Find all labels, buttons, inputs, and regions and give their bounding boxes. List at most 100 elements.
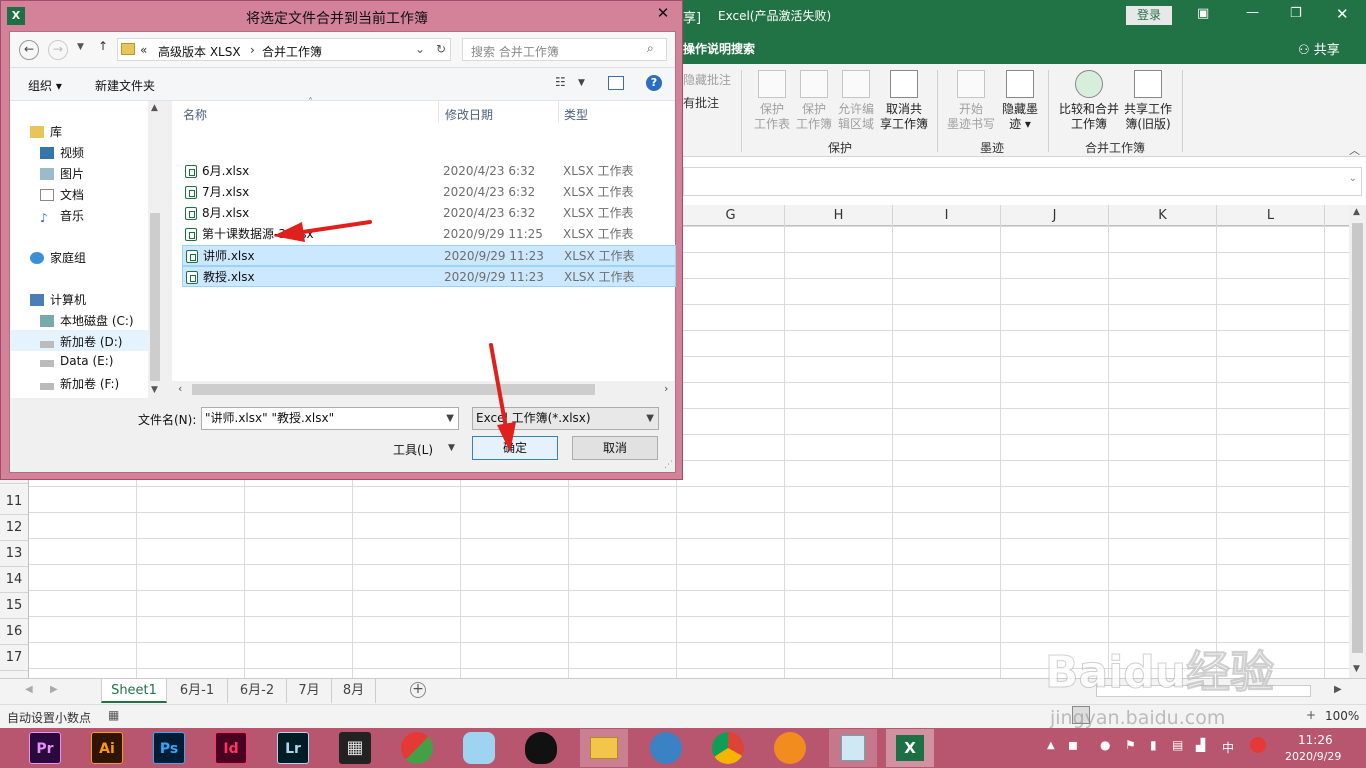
sheet-tab[interactable]: 6月-2 — [228, 679, 287, 703]
share-label: 共享 — [1313, 43, 1340, 58]
unshare-workbook-button[interactable]: 取消共 享工作簿 — [878, 70, 930, 132]
sogou-icon[interactable] — [1250, 737, 1266, 753]
sheet-tab[interactable]: 7月 — [287, 679, 332, 703]
zoom-in-icon[interactable]: + — [1306, 708, 1316, 722]
sheet-tab[interactable]: 8月 — [332, 679, 376, 703]
row-header[interactable]: 16 — [0, 619, 28, 645]
row-header[interactable]: 12 — [0, 515, 28, 541]
close-icon[interactable]: ✕ — [1336, 5, 1349, 23]
prev-sheet-icon[interactable]: ◀ — [25, 684, 33, 695]
separator — [937, 70, 938, 152]
all-comments-partial: 有批注 — [683, 96, 720, 110]
share-legacy-l1: 共享工作 — [1123, 102, 1172, 116]
allow-edit-l1: 允许编 — [837, 102, 874, 116]
notepad-icon[interactable] — [829, 729, 877, 767]
app-label: Ps — [159, 741, 179, 757]
tray-expand-icon[interactable]: ▲ — [1047, 740, 1055, 751]
qq-icon[interactable] — [525, 732, 557, 764]
column-header[interactable]: J — [1001, 205, 1109, 226]
scroll-right-icon[interactable]: ▶ — [1334, 684, 1342, 695]
share-legacy-l2: 簿(旧版) — [1125, 117, 1171, 131]
column-header[interactable]: G — [677, 205, 785, 226]
ime-indicator[interactable]: 中 — [1222, 739, 1234, 756]
start-ink-l2: 墨迹书写 — [946, 117, 995, 131]
lightroom-icon[interactable]: Lr — [277, 732, 309, 764]
login-button[interactable]: 登录 — [1126, 6, 1172, 25]
ribbon-display-icon[interactable]: ▣ — [1197, 6, 1209, 21]
allow-edit-l2: 辑区域 — [837, 117, 874, 131]
hide-ink-button[interactable]: 隐藏墨迹 ▾ — [998, 70, 1042, 132]
row-header[interactable]: 14 — [0, 567, 28, 593]
signal-icon[interactable]: ▟ — [1196, 738, 1205, 752]
add-sheet-icon[interactable]: + — [410, 682, 426, 698]
next-sheet-icon[interactable]: ▶ — [50, 684, 58, 695]
tray-app-icon[interactable]: ◼ — [1068, 738, 1078, 752]
flag-icon[interactable]: ⚑ — [1125, 738, 1136, 752]
share-button[interactable]: ⚇ 共享 — [1298, 39, 1340, 58]
tray-qq-icon[interactable]: ● — [1100, 738, 1110, 752]
share-legacy-button[interactable]: 共享工作 簿(旧版) — [1120, 70, 1176, 132]
browser-icon[interactable] — [650, 732, 682, 764]
vertical-scrollbar[interactable]: ▲ ▼ — [1349, 205, 1366, 678]
sheet-tab[interactable]: 6月-1 — [167, 679, 228, 703]
chrome-icon[interactable] — [712, 732, 744, 764]
indesign-icon[interactable]: Id — [215, 732, 247, 764]
protect-sheet-l2: 工作表 — [753, 117, 790, 131]
file-explorer-icon[interactable] — [580, 729, 628, 767]
allow-edit-ranges-button[interactable]: 允许编 辑区域 — [836, 70, 876, 132]
macro-record-icon[interactable]: ▦ — [108, 708, 119, 722]
column-header[interactable]: I — [893, 205, 1001, 226]
clock-time[interactable]: 11:26 — [1298, 733, 1333, 747]
compare-merge-button[interactable]: 比较和合并 工作簿 — [1056, 70, 1122, 132]
network-icon[interactable]: ▤ — [1172, 738, 1183, 752]
start-inking-button[interactable]: 开始 墨迹书写 — [944, 70, 998, 132]
illustrator-icon[interactable]: Ai — [91, 732, 123, 764]
chat-app-icon[interactable] — [463, 732, 495, 764]
formula-bar[interactable]: ⌄ — [683, 167, 1362, 196]
photoshop-icon[interactable]: Ps — [153, 732, 185, 764]
column-header[interactable]: L — [1217, 205, 1325, 226]
collapse-ribbon-icon[interactable]: ︿ — [1349, 142, 1360, 158]
watermark-url: jingyan.baidu.com — [1050, 707, 1226, 729]
separator — [1048, 70, 1049, 152]
row-header[interactable]: 11 — [0, 489, 28, 515]
expand-formula-icon[interactable]: ⌄ — [1349, 173, 1357, 184]
arrow-to-selected-file — [273, 220, 372, 242]
column-header[interactable]: H — [785, 205, 893, 226]
minimize-icon[interactable]: — — [1246, 5, 1259, 20]
sheet-tab[interactable]: Sheet1 — [101, 679, 167, 703]
annotation-arrows — [273, 220, 516, 452]
clock-date[interactable]: 2020/9/29 — [1285, 750, 1341, 763]
scroll-up-icon[interactable]: ▲ — [1353, 207, 1360, 217]
hide-ink-l2: 迹 — [1009, 117, 1022, 131]
folder-icon — [590, 737, 618, 759]
scroll-down-icon[interactable]: ▼ — [1353, 664, 1360, 674]
row-header[interactable]: 13 — [0, 541, 28, 567]
film-icon[interactable]: ▦ — [339, 732, 371, 764]
downloader-icon[interactable] — [774, 732, 806, 764]
protect-workbook-l2: 工作簿 — [795, 117, 832, 131]
group-label-merge: 合并工作簿 — [1085, 141, 1146, 155]
app-label: Id — [223, 741, 239, 757]
separator — [741, 70, 742, 152]
protect-workbook-l1: 保护 — [801, 102, 826, 116]
restore-icon[interactable]: ❐ — [1290, 6, 1302, 21]
allow-edit-icon — [842, 70, 870, 98]
status-text: 自动设置小数点 — [7, 711, 92, 725]
excel-icon: X — [896, 735, 924, 761]
row-header[interactable]: 15 — [0, 593, 28, 619]
premiere-icon[interactable]: Pr — [29, 732, 61, 764]
group-label-protect: 保护 — [828, 141, 853, 155]
tell-me-search[interactable]: 操作说明搜索 — [683, 40, 755, 57]
scroll-thumb[interactable] — [1352, 223, 1363, 653]
media-player-icon[interactable] — [401, 732, 433, 764]
battery-icon[interactable]: ▮ — [1150, 738, 1157, 752]
zoom-level[interactable]: 100% — [1325, 709, 1359, 723]
protect-workbook-button[interactable]: 保护 工作簿 — [794, 70, 834, 132]
excel-taskbar-icon[interactable]: X — [886, 729, 934, 767]
app-label: Ai — [99, 741, 115, 757]
row-header[interactable]: 17 — [0, 645, 28, 671]
column-header[interactable]: K — [1109, 205, 1217, 226]
protect-sheet-button[interactable]: 保护 工作表 — [752, 70, 792, 132]
pen-icon — [957, 70, 985, 98]
